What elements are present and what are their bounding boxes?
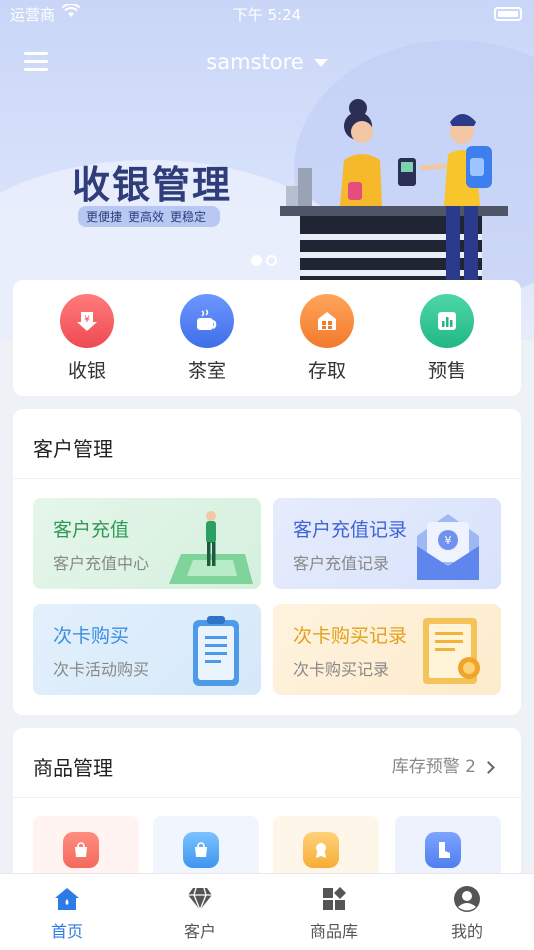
banner-title: 收银管理 <box>72 163 233 207</box>
tile-subtitle: 次卡活动购买 <box>53 660 150 679</box>
top-bar: samstore <box>0 44 534 84</box>
award-icon <box>303 832 339 868</box>
tab-label: 客户 <box>183 922 216 941</box>
tab-customers[interactable]: 客户 <box>160 884 240 942</box>
tab-profile[interactable]: 我的 <box>427 884 507 942</box>
divider <box>13 797 521 798</box>
quick-action-cashier[interactable]: ¥ 收银 <box>47 294 127 383</box>
quick-action-tea-room[interactable]: 茶室 <box>167 294 247 383</box>
cashier-icon: ¥ <box>60 294 114 348</box>
tab-bar: 首页 客户 商品库 我的 <box>0 873 534 950</box>
quick-action-label: 收银 <box>67 360 106 382</box>
customer-management-section: 客户管理 客户充值 客户充值中心 客户充值记录 客户充值记录 ¥ 次卡购买 次卡… <box>13 409 521 715</box>
home-icon <box>27 884 107 914</box>
stock-warning-link[interactable]: 库存预警 2 <box>391 752 495 777</box>
diamond-icon <box>160 884 240 914</box>
tab-home[interactable]: 首页 <box>27 884 107 942</box>
boot-icon <box>425 832 461 868</box>
store-selector[interactable]: samstore <box>0 50 534 74</box>
status-bar: 运营商 下午 5:24 <box>0 0 534 28</box>
profile-icon <box>427 884 507 914</box>
tea-cup-icon <box>180 294 234 348</box>
quick-action-label: 预售 <box>427 360 466 382</box>
tab-label: 商品库 <box>309 922 358 941</box>
tile-subtitle: 客户充值记录 <box>293 554 390 573</box>
section-title: 商品管理 <box>33 756 113 780</box>
banner-tags: 更便捷 更高效 更稳定 <box>78 206 221 227</box>
tab-label: 首页 <box>50 922 83 941</box>
banner-tag: 更便捷 <box>86 210 123 224</box>
envelope-icon: ¥ <box>417 514 479 580</box>
recharge-illustration <box>169 511 253 584</box>
quick-actions: ¥ 收银 茶室 存取 预售 <box>13 280 521 396</box>
carousel-indicator[interactable] <box>251 251 281 270</box>
svg-text:¥: ¥ <box>445 534 452 547</box>
tile-title: 次卡购买 <box>53 625 130 647</box>
tile-title: 客户充值记录 <box>293 519 408 541</box>
quick-action-label: 茶室 <box>187 360 226 382</box>
svg-text:¥: ¥ <box>84 315 90 325</box>
tile-card-purchase-records[interactable]: 次卡购买记录 次卡购买记录 <box>273 604 501 695</box>
divider <box>13 478 521 479</box>
tile-recharge-records[interactable]: 客户充值记录 客户充值记录 ¥ <box>273 498 501 589</box>
cashier-illustration <box>280 99 508 286</box>
tile-subtitle: 次卡购买记录 <box>293 660 390 679</box>
tile-subtitle: 客户充值中心 <box>53 554 150 573</box>
certificate-icon <box>423 618 480 684</box>
chevron-right-icon <box>482 760 495 774</box>
tile-title: 次卡购买记录 <box>293 625 408 647</box>
battery-icon <box>494 7 522 21</box>
section-title: 客户管理 <box>33 437 113 461</box>
clipboard-icon <box>193 616 239 686</box>
store-name: samstore <box>206 50 304 74</box>
stock-warning-label: 库存预警 2 <box>391 757 476 777</box>
presale-chart-icon <box>420 294 474 348</box>
banner-tag: 更高效 <box>128 210 165 224</box>
shopping-bag-icon <box>183 832 219 868</box>
tab-label: 我的 <box>450 922 483 941</box>
quick-action-presale[interactable]: 预售 <box>407 294 487 383</box>
tile-customer-recharge[interactable]: 客户充值 客户充值中心 <box>33 498 261 589</box>
grid-icon <box>294 884 374 914</box>
shopping-bag-icon <box>63 832 99 868</box>
tile-title: 客户充值 <box>53 519 130 541</box>
tab-goods-library[interactable]: 商品库 <box>294 884 374 942</box>
clock: 下午 5:24 <box>232 6 302 24</box>
caret-down-icon <box>313 59 328 67</box>
quick-action-label: 存取 <box>307 360 346 382</box>
tile-card-purchase[interactable]: 次卡购买 次卡活动购买 <box>33 604 261 695</box>
quick-action-storage[interactable]: 存取 <box>287 294 367 383</box>
banner-tag: 更稳定 <box>170 210 207 224</box>
storage-icon <box>300 294 354 348</box>
